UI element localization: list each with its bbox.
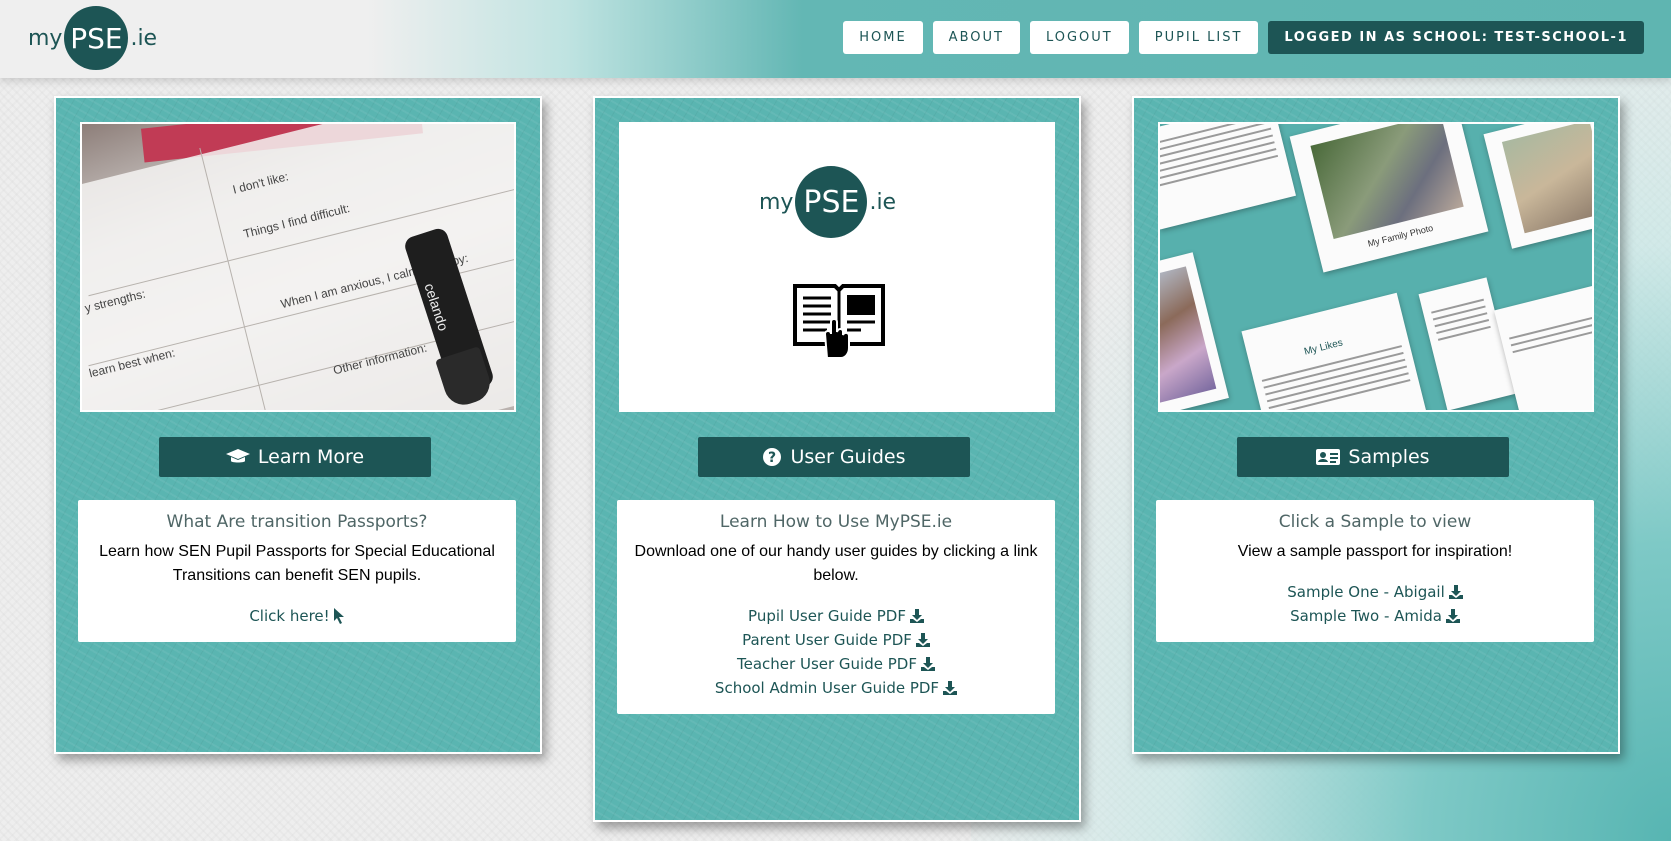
samples-button[interactable]: Samples [1237, 437, 1509, 477]
panel-learn-more: y strengths: learn best when: When I am … [54, 96, 542, 754]
top-navbar: my PSE .ie HOME ABOUT LOGOUT PUPIL LIST … [0, 0, 1671, 78]
teacher-guide-link[interactable]: Teacher User Guide PDF [631, 652, 1041, 676]
download-icon [920, 657, 935, 671]
download-icon [915, 633, 930, 647]
logged-in-status-button[interactable]: LOGGED IN AS SCHOOL: TEST-SCHOOL-1 [1268, 21, 1644, 54]
guides-illustration: my PSE .ie [619, 122, 1055, 412]
learn-more-button[interactable]: Learn More [159, 437, 431, 477]
sample-page: My Family Photo [1289, 124, 1489, 273]
panel-user-guides: my PSE .ie ? User Guides Learn How to Us… [593, 96, 1081, 822]
question-circle-icon: ? [763, 448, 782, 466]
book-pointer-icon [793, 284, 885, 359]
user-guides-button[interactable]: ? User Guides [698, 437, 970, 477]
click-here-link[interactable]: Click here! [92, 604, 502, 628]
nav-pupil-list-button[interactable]: PUPIL LIST [1138, 21, 1259, 54]
school-admin-guide-link[interactable]: School Admin User Guide PDF [631, 676, 1041, 700]
download-icon [1448, 585, 1463, 599]
graduation-cap-icon [225, 449, 250, 463]
cursor-pointer-icon [333, 608, 344, 624]
sample-page [1160, 252, 1229, 410]
card-heading: What Are transition Passports? [166, 512, 428, 532]
card-description: Download one of our handy user guides by… [634, 543, 1038, 584]
pupil-guide-link[interactable]: Pupil User Guide PDF [631, 604, 1041, 628]
logo-mark: PSE [64, 6, 129, 70]
nav-about-button[interactable]: ABOUT [932, 21, 1020, 54]
panel-samples: My Family Photo My Likes Samples Click a… [1132, 96, 1620, 754]
info-card-samples: Click a Sample to view View a sample pas… [1156, 500, 1594, 642]
download-icon [1445, 609, 1460, 623]
card-description: View a sample passport for inspiration! [1237, 543, 1513, 560]
nav-logout-button[interactable]: LOGOUT [1029, 21, 1129, 54]
passport-photo: y strengths: learn best when: When I am … [80, 122, 516, 412]
svg-text:?: ? [768, 450, 776, 466]
main-nav: HOME ABOUT LOGOUT PUPIL LIST LOGGED IN A… [843, 21, 1644, 54]
card-heading: Learn How to Use MyPSE.ie [719, 512, 953, 532]
parent-guide-link[interactable]: Parent User Guide PDF [631, 628, 1041, 652]
info-card-transition: What Are transition Passports? Learn how… [78, 500, 516, 642]
id-card-icon [1316, 449, 1341, 465]
sample-page [1160, 124, 1297, 230]
nav-home-button[interactable]: HOME [843, 21, 923, 54]
sample-one-link[interactable]: Sample One - Abigail [1170, 580, 1580, 604]
card-heading: Click a Sample to view [1278, 512, 1472, 532]
download-icon [943, 681, 958, 695]
sample-page [1418, 277, 1516, 410]
info-card-guides: Learn How to Use MyPSE.ie Download one o… [617, 500, 1055, 714]
sample-page: My Likes [1241, 292, 1431, 410]
samples-collage: My Family Photo My Likes [1158, 122, 1594, 412]
card-description: Learn how SEN Pupil Passports for Specia… [99, 543, 495, 584]
download-icon [909, 609, 924, 623]
site-logo[interactable]: my PSE .ie [28, 6, 157, 70]
sample-page [1483, 124, 1592, 249]
sample-two-link[interactable]: Sample Two - Amida [1170, 604, 1580, 628]
illustration-logo: my PSE .ie [759, 166, 896, 238]
